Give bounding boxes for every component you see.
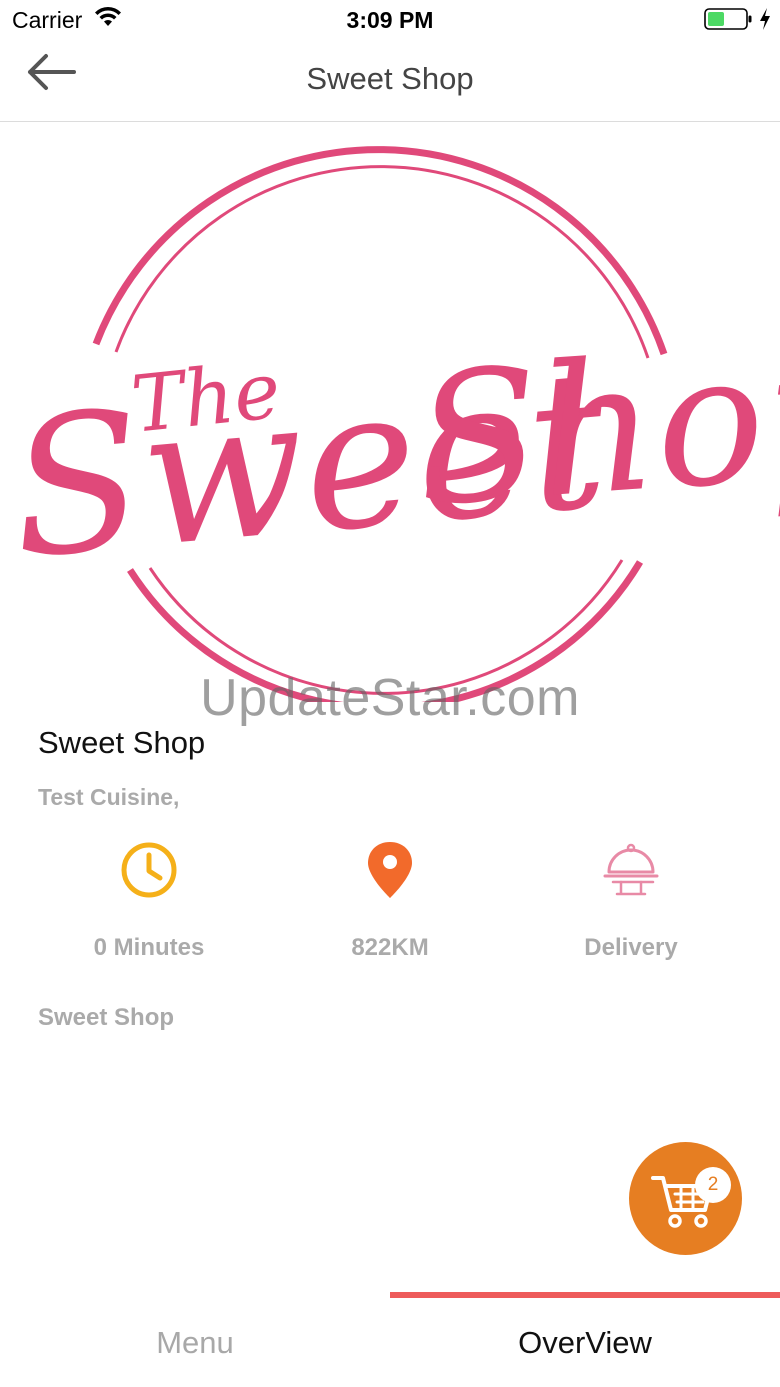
sweet-shop-logo: The Sweet Shop [3, 146, 780, 702]
status-bar: Carrier 3:09 PM [0, 0, 780, 40]
delivery-type-info: Delivery [531, 838, 731, 962]
delivery-type-label: Delivery [584, 934, 678, 961]
distance-label: 822KM [351, 934, 429, 961]
page-title: Sweet Shop [306, 61, 474, 96]
tab-menu-label: Menu [156, 1325, 234, 1360]
active-tab-indicator [390, 1292, 780, 1298]
cart-count-badge: 2 [695, 1167, 731, 1203]
delivery-time-label: 0 Minutes [93, 934, 205, 961]
navigation-bar: Sweet Shop [0, 40, 780, 122]
svg-text:Shop: Shop [410, 306, 780, 547]
clock-time: 3:09 PM [346, 7, 434, 33]
cart-button[interactable] [629, 1142, 742, 1255]
bottom-tab-bar: Menu OverView [0, 1292, 780, 1387]
shop-banner-image: The Sweet Shop [0, 122, 780, 702]
distance-info: 822KM [290, 838, 490, 962]
delivery-time-info: 0 Minutes [49, 838, 249, 962]
watermark-text: UpdateStar.com [200, 669, 580, 727]
shop-cuisine: Test Cuisine, [38, 784, 180, 810]
tab-menu[interactable]: Menu [0, 1292, 390, 1387]
tab-overview[interactable]: OverView [390, 1292, 780, 1387]
charging-bolt-icon [760, 8, 770, 30]
battery-icon [704, 8, 752, 30]
clock-icon [121, 842, 177, 898]
shop-name: Sweet Shop [38, 725, 206, 760]
location-pin-icon [368, 842, 412, 898]
shop-description: Sweet Shop [38, 1004, 175, 1031]
food-cloche-icon [603, 843, 659, 896]
tab-overview-label: OverView [518, 1325, 652, 1360]
